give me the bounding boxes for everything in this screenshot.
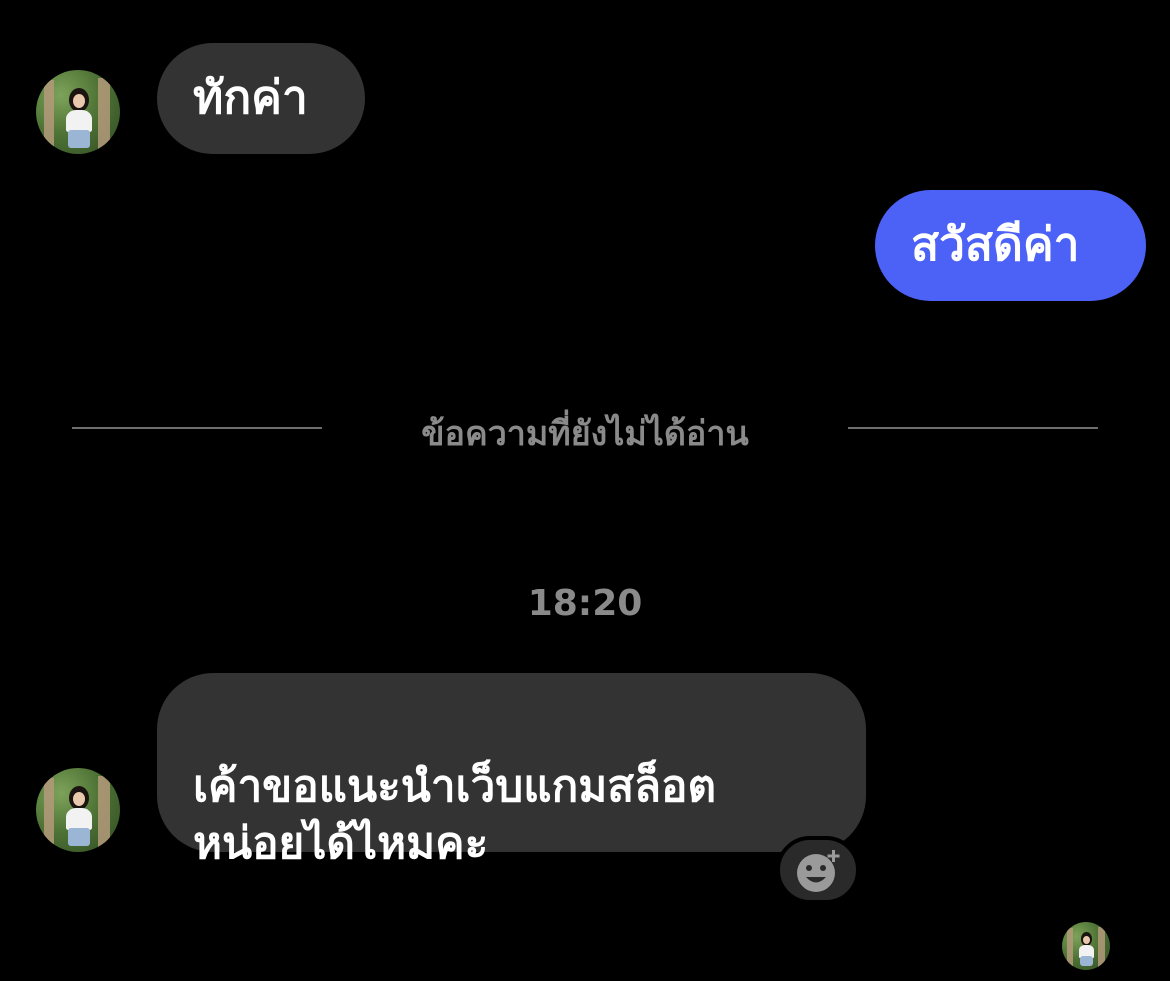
add-reaction-smiley-icon [797,850,840,892]
unread-messages-label: ข้อความที่ยังไม่ได้อ่าน [421,414,749,454]
message-text: เค้าขอแนะนำเว็บแกมสล็อต หน่อยได้ไหมคะ [193,761,717,870]
message-timestamp: 18:20 [527,583,643,624]
message-bubble-outgoing[interactable]: สวัสดีค่า [875,190,1146,301]
add-reaction-button[interactable] [776,836,860,904]
message-text: สวัสดีค่า [911,217,1080,271]
message-bubble-incoming[interactable]: ทักค่า [157,43,365,154]
read-receipt-avatar [1062,922,1110,970]
divider-line-left [72,427,322,429]
contact-avatar[interactable] [36,70,120,154]
message-bubble-incoming[interactable]: เค้าขอแนะนำเว็บแกมสล็อต หน่อยได้ไหมคะ [157,673,866,869]
divider-line-right [848,427,1098,429]
contact-avatar[interactable] [36,768,120,852]
message-text: ทักค่า [193,70,308,124]
